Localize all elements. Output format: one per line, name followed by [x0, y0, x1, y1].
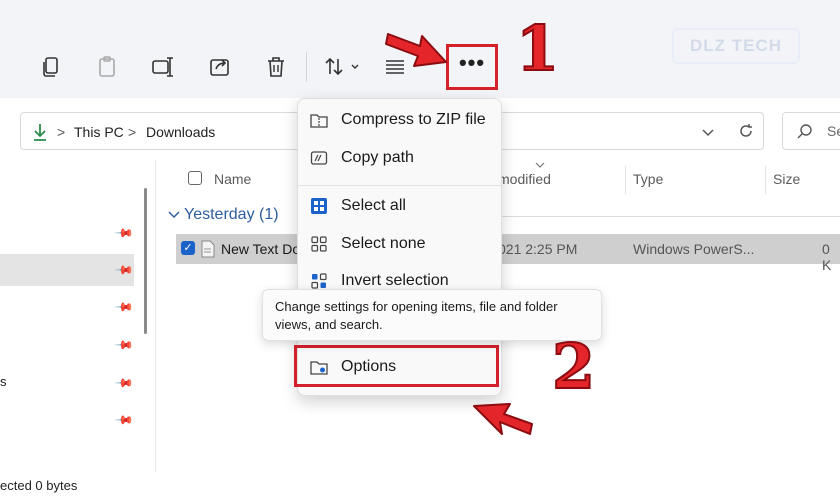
search-box[interactable]: Se: [782, 112, 840, 150]
share-icon[interactable]: [207, 54, 233, 80]
column-header-type[interactable]: Type: [633, 171, 663, 187]
annotation-arrow-2-icon: [473, 403, 533, 435]
menu-divider: [298, 185, 501, 186]
pin-icon: 📌: [114, 222, 135, 244]
menu-item-label: Invert selection: [341, 272, 449, 289]
column-header-name[interactable]: Name: [214, 171, 251, 187]
menu-item-label: Select all: [341, 197, 406, 214]
breadcrumb-downloads[interactable]: Downloads: [146, 124, 215, 140]
copy-icon[interactable]: [38, 54, 64, 80]
file-size: 0 K: [822, 241, 832, 273]
chevron-down-icon[interactable]: [168, 210, 180, 220]
breadcrumb-this-pc[interactable]: This PC: [74, 124, 124, 140]
group-header-yesterday[interactable]: Yesterday (1): [184, 206, 279, 224]
sort-icon[interactable]: [324, 54, 364, 80]
more-options-button[interactable]: •••: [446, 44, 498, 90]
menu-item-label: Copy path: [341, 149, 414, 166]
search-icon: [797, 124, 812, 139]
file-name[interactable]: New Text Do: [221, 241, 300, 257]
watermark-text: DLZ TECH: [689, 36, 783, 55]
search-placeholder: Se: [827, 123, 840, 139]
annotation-step-2: 2: [551, 330, 596, 403]
breadcrumb-separator-icon: >: [57, 124, 66, 140]
menu-item-copy-path[interactable]: Copy path: [298, 140, 501, 176]
column-header-size[interactable]: Size: [773, 171, 800, 187]
paste-icon[interactable]: [95, 54, 121, 80]
file-date-modified: 021 2:25 PM: [498, 241, 578, 257]
chevron-down-icon[interactable]: [701, 125, 715, 139]
nav-scrollbar[interactable]: [144, 188, 147, 334]
pane-divider: [155, 160, 156, 472]
options-highlight-box: [294, 345, 499, 387]
row-checkbox[interactable]: ✓: [181, 241, 195, 255]
menu-item-compress-zip[interactable]: Compress to ZIP file: [298, 102, 501, 138]
pin-icon: 📌: [114, 409, 135, 431]
toolbar-divider: [306, 52, 307, 82]
more-icon: •••: [458, 50, 486, 75]
text-file-icon: [201, 240, 215, 258]
delete-icon[interactable]: [263, 54, 289, 80]
pin-icon: 📌: [114, 296, 135, 318]
annotation-arrow-1-icon: [385, 33, 447, 67]
select-all-checkbox[interactable]: [188, 171, 202, 185]
breadcrumb-separator-icon: >: [128, 124, 137, 140]
file-type: Windows PowerS...: [633, 241, 755, 257]
invert-selection-icon: [311, 273, 327, 289]
column-divider[interactable]: [625, 166, 626, 194]
menu-item-label: Compress to ZIP file: [341, 111, 486, 128]
column-divider[interactable]: [765, 166, 766, 194]
download-icon: [34, 124, 46, 141]
refresh-icon[interactable]: [737, 122, 755, 140]
copy-path-icon: [310, 151, 328, 165]
menu-item-label: Select none: [341, 235, 426, 252]
nav-item-label[interactable]: s: [0, 374, 7, 389]
options-tooltip: Change settings for opening items, file …: [262, 289, 602, 341]
select-none-icon: [311, 236, 327, 252]
sort-indicator-icon: [535, 162, 545, 168]
pin-icon: 📌: [114, 372, 135, 394]
pin-icon: 📌: [114, 334, 135, 356]
select-all-icon: [311, 198, 327, 214]
watermark-logo: DLZ TECH: [672, 28, 800, 64]
column-header-date-modified[interactable]: modified: [498, 171, 551, 187]
annotation-step-1: 1: [515, 12, 560, 85]
menu-item-select-none[interactable]: Select none: [298, 226, 501, 262]
rename-icon[interactable]: [150, 54, 176, 80]
zip-folder-icon: [310, 114, 328, 128]
status-bar-text: ected 0 bytes: [0, 478, 78, 493]
menu-item-select-all[interactable]: Select all: [298, 188, 501, 224]
